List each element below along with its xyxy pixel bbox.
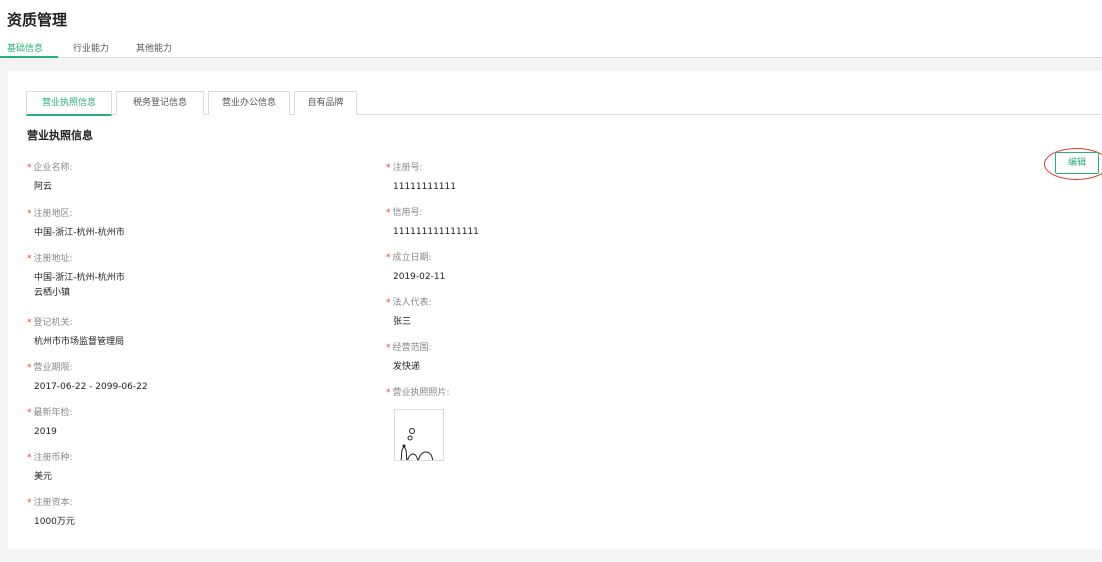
field-label: 法人代表: bbox=[392, 298, 432, 308]
field-business-term: * 营业期限: 2017-06-22 - 2099-06-22 bbox=[27, 360, 148, 394]
field-label: 营业执照照片: bbox=[392, 388, 450, 398]
field-value: 1000万元 bbox=[34, 517, 75, 527]
field-value: 2019 bbox=[34, 427, 57, 437]
field-business-scope: * 经营范围: 发快递 bbox=[386, 340, 432, 374]
field-value: 张三 bbox=[393, 317, 412, 327]
subtab-tax-registration[interactable]: 税务登记信息 bbox=[116, 91, 204, 115]
field-value: 发快递 bbox=[393, 362, 421, 372]
field-label: 经营范围: bbox=[392, 343, 432, 353]
subtab-office-info[interactable]: 营业办公信息 bbox=[208, 91, 290, 115]
top-tab-bar: 基础信息 行业能力 其他能力 bbox=[0, 39, 1102, 58]
required-mark: * bbox=[386, 343, 391, 353]
address-line-1: 中国-浙江-杭州-杭州市 bbox=[34, 273, 125, 283]
required-mark: * bbox=[27, 163, 32, 173]
edit-button[interactable]: 编辑 bbox=[1055, 152, 1099, 174]
required-mark: * bbox=[27, 453, 32, 463]
field-company-name: * 企业名称: 阿云 bbox=[27, 160, 73, 194]
field-label: 信用号: bbox=[392, 208, 423, 218]
field-registered-address: * 注册地址: 中国-浙江-杭州-杭州市 云栖小镇 bbox=[27, 251, 125, 300]
content-card: 营业执照信息 税务登记信息 营业办公信息 自有品牌 营业执照信息 * 企业名称: … bbox=[8, 71, 1102, 549]
sub-tab-bar: 营业执照信息 税务登记信息 营业办公信息 自有品牌 bbox=[26, 91, 1102, 116]
required-mark: * bbox=[27, 254, 32, 264]
field-label: 最新年检: bbox=[33, 408, 73, 418]
license-photo-image bbox=[395, 410, 443, 460]
field-value: 111111111111111 bbox=[393, 227, 479, 237]
required-mark: * bbox=[27, 498, 32, 508]
field-value: 11111111111 bbox=[393, 182, 456, 192]
active-tab-indicator bbox=[0, 56, 58, 58]
field-value: 中国-浙江-杭州-杭州市 bbox=[34, 228, 125, 238]
subtab-own-brand[interactable]: 自有品牌 bbox=[294, 91, 357, 115]
tab-other-capability[interactable]: 其他能力 bbox=[136, 41, 172, 54]
field-value: 中国-浙江-杭州-杭州市 云栖小镇 bbox=[34, 272, 125, 300]
required-mark: * bbox=[27, 209, 32, 219]
field-label: 营业期限: bbox=[33, 363, 73, 373]
tab-industry-capability[interactable]: 行业能力 bbox=[73, 41, 109, 54]
address-line-2: 云栖小镇 bbox=[34, 288, 71, 298]
field-value: 杭州市市场监督管理局 bbox=[34, 337, 125, 347]
field-label: 企业名称: bbox=[33, 163, 73, 173]
field-license-photo: * 营业执照照片: bbox=[386, 385, 450, 398]
page-title: 资质管理 bbox=[7, 11, 68, 29]
field-establishment-date: * 成立日期: 2019-02-11 bbox=[386, 250, 445, 284]
required-mark: * bbox=[386, 163, 391, 173]
field-value: 2019-02-11 bbox=[393, 272, 446, 282]
page-header: 资质管理 基础信息 行业能力 其他能力 bbox=[0, 0, 1102, 58]
field-registered-currency: * 注册币种: 美元 bbox=[27, 450, 73, 484]
required-mark: * bbox=[386, 388, 391, 398]
tab-basic-info[interactable]: 基础信息 bbox=[7, 41, 43, 54]
field-registration-number: * 注册号: 11111111111 bbox=[386, 160, 456, 194]
required-mark: * bbox=[386, 298, 391, 308]
field-value: 阿云 bbox=[34, 182, 53, 192]
field-label: 注册地区: bbox=[33, 209, 73, 219]
field-label: 登记机关: bbox=[33, 318, 73, 328]
license-photo-thumbnail[interactable] bbox=[394, 409, 444, 461]
field-label: 注册币种: bbox=[33, 453, 73, 463]
field-label: 注册资本: bbox=[33, 498, 73, 508]
field-credit-number: * 信用号: 111111111111111 bbox=[386, 205, 479, 239]
field-value: 美元 bbox=[34, 472, 53, 482]
field-registered-capital: * 注册资本: 1000万元 bbox=[27, 495, 75, 529]
required-mark: * bbox=[386, 253, 391, 263]
required-mark: * bbox=[386, 208, 391, 218]
required-mark: * bbox=[27, 408, 32, 418]
required-mark: * bbox=[27, 363, 32, 373]
field-label: 注册号: bbox=[392, 163, 423, 173]
field-label: 注册地址: bbox=[33, 254, 73, 264]
field-value: 2017-06-22 - 2099-06-22 bbox=[34, 382, 148, 392]
section-title: 营业执照信息 bbox=[27, 129, 93, 142]
field-registered-region: * 注册地区: 中国-浙江-杭州-杭州市 bbox=[27, 206, 125, 240]
field-label: 成立日期: bbox=[392, 253, 432, 263]
subtab-business-license[interactable]: 营业执照信息 bbox=[26, 91, 112, 116]
field-legal-representative: * 法人代表: 张三 bbox=[386, 295, 432, 329]
required-mark: * bbox=[27, 318, 32, 328]
field-registration-authority: * 登记机关: 杭州市市场监督管理局 bbox=[27, 315, 124, 349]
field-latest-inspection: * 最新年检: 2019 bbox=[27, 405, 73, 439]
